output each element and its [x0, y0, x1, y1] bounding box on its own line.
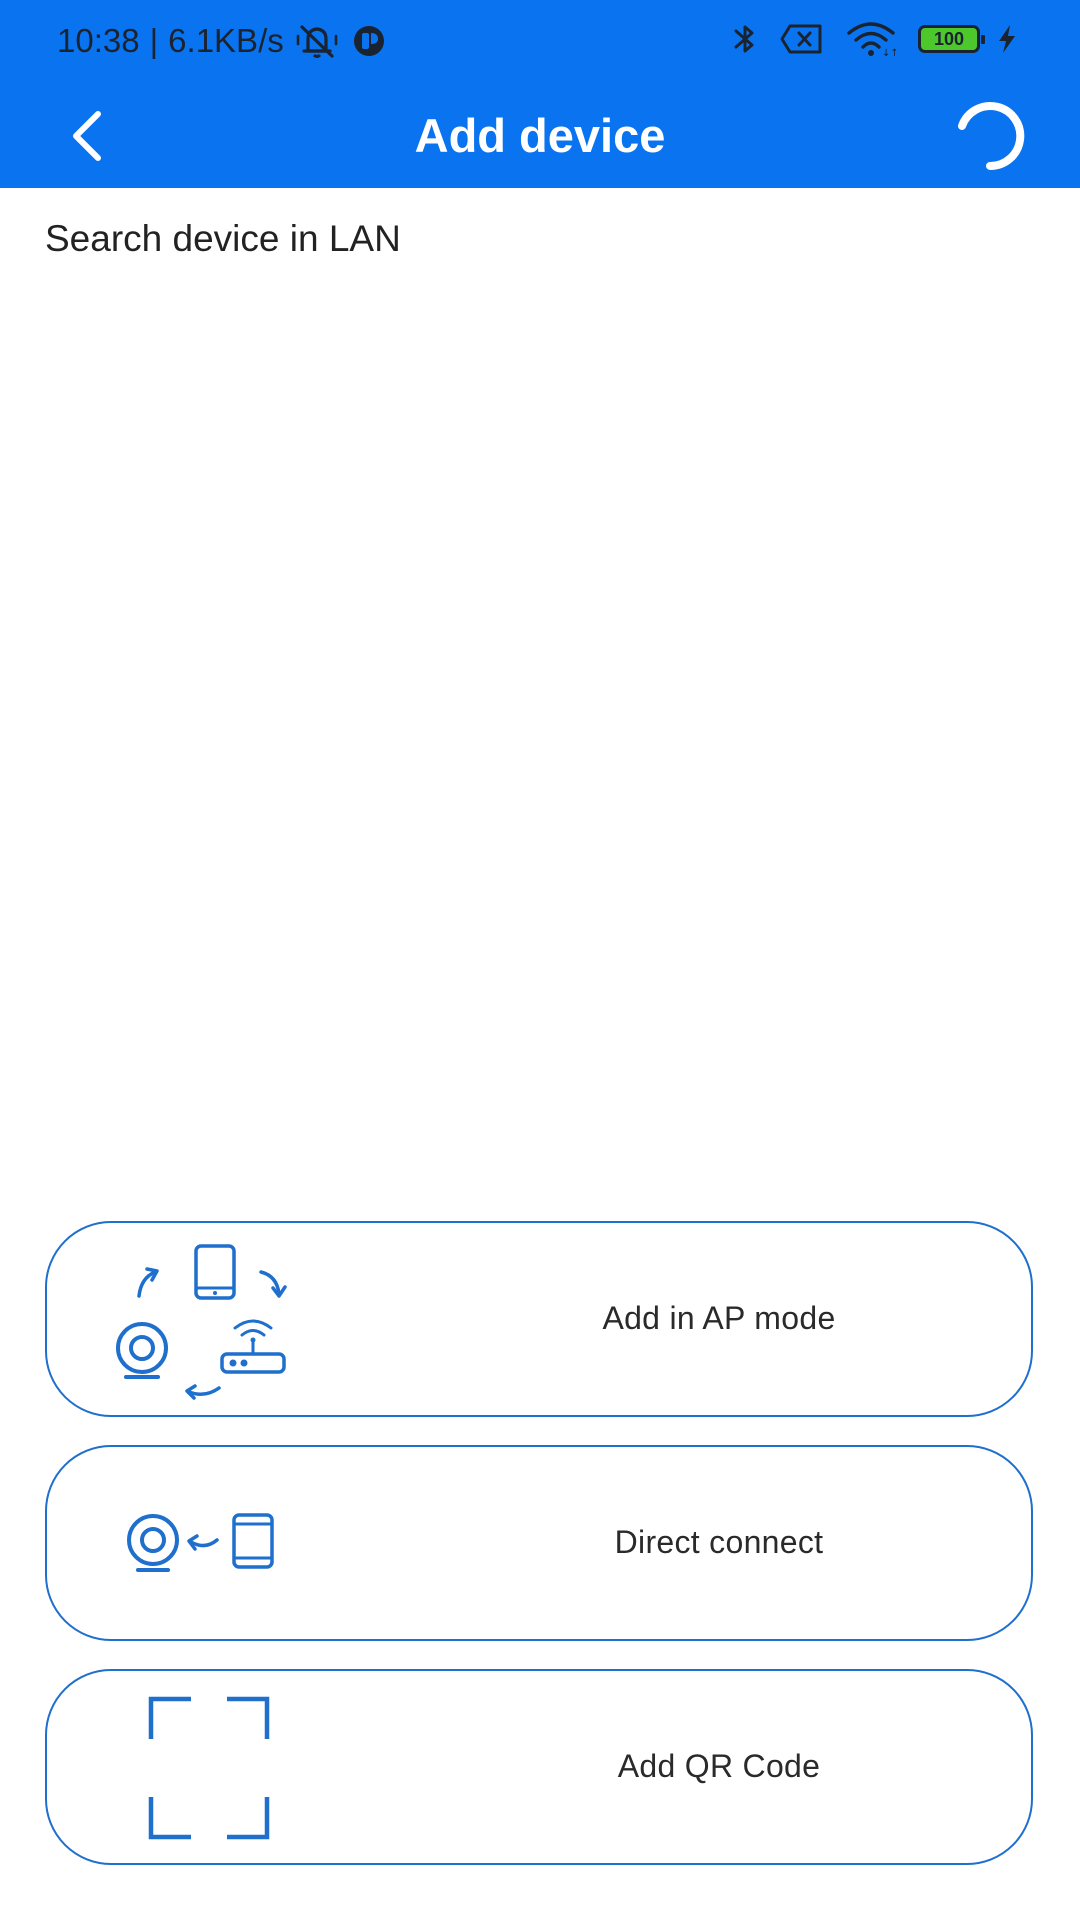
muted-bell-icon: [294, 23, 340, 59]
battery-level: 100: [933, 28, 965, 49]
app-bar: 10:38 | 6.1KB/s ↓↑ 100 Add device: [0, 0, 1080, 188]
charging-icon: [996, 24, 1018, 54]
ap-mode-icon: [109, 1223, 309, 1419]
add-qr-code-button[interactable]: Add QR Code: [45, 1669, 1033, 1865]
app-notification-icon: [350, 22, 388, 60]
svg-text:↓↑: ↓↑: [882, 48, 896, 57]
refresh-button[interactable]: [944, 94, 1032, 182]
status-time: 10:38: [57, 22, 140, 59]
qr-scan-icon: [109, 1671, 309, 1867]
no-sim-icon: [780, 23, 824, 55]
wifi-icon: ↓↑: [846, 21, 896, 57]
add-ap-mode-button[interactable]: Add in AP mode: [45, 1221, 1033, 1417]
direct-connect-button[interactable]: Direct connect: [45, 1445, 1033, 1641]
status-bar: 10:38 | 6.1KB/s ↓↑ 100: [0, 0, 1080, 84]
bluetooth-icon: [732, 20, 758, 58]
battery-indicator: 100: [918, 25, 985, 53]
page-title: Add device: [414, 109, 666, 162]
status-left: 10:38 | 6.1KB/s: [57, 22, 388, 60]
direct-connect-label: Direct connect: [614, 1524, 824, 1560]
direct-connect-icon: [109, 1447, 309, 1643]
status-separator: |: [149, 22, 159, 59]
ap-mode-label: Add in AP mode: [602, 1300, 836, 1336]
status-net-speed: 6.1KB/s: [168, 22, 284, 59]
refresh-spinner-icon: [948, 98, 1028, 178]
qr-code-label: Add QR Code: [617, 1748, 821, 1784]
status-right: ↓↑ 100: [732, 20, 1018, 58]
search-lan-label: Search device in LAN: [45, 218, 401, 259]
toolbar: Add device: [0, 84, 1080, 188]
